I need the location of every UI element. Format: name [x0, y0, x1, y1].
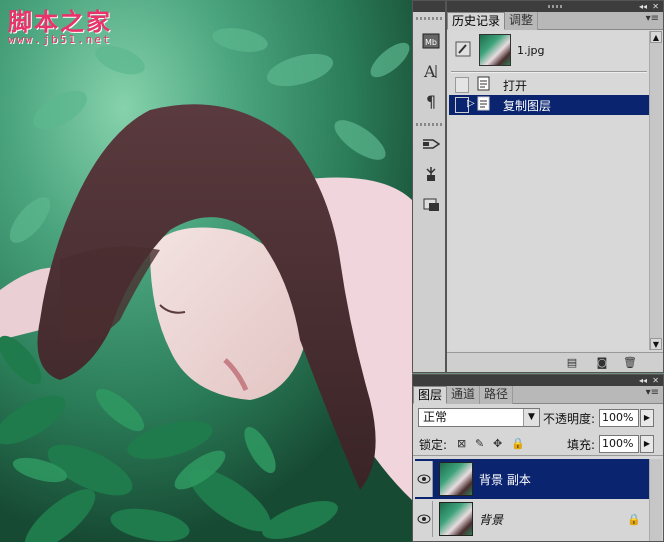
lock-fill-row: 锁定: ⊠ ✎ ✥ 🔒 填充: 100% ▶	[413, 430, 663, 456]
tab-layers[interactable]: 图层	[413, 386, 448, 404]
layer-thumbnail	[439, 502, 473, 536]
history-scrollbar[interactable]: ▲ ▼	[649, 31, 662, 350]
tab-paths[interactable]: 路径	[480, 386, 514, 404]
list-separator	[451, 71, 647, 73]
new-document-from-state-icon[interactable]: ▤	[565, 356, 579, 369]
paragraph-icon[interactable]: ¶	[420, 91, 442, 111]
watermark-url: www.jb51.net	[8, 33, 112, 46]
current-state-marker-icon: ▷	[467, 98, 475, 109]
dock-topbar	[413, 1, 445, 12]
history-state-open[interactable]: 打开	[449, 75, 649, 95]
mini-bridge-icon[interactable]: Mb	[420, 31, 442, 51]
fill-label: 填充:	[567, 438, 596, 452]
visibility-eye-icon[interactable]	[415, 461, 433, 497]
history-snapshot[interactable]: 1.jpg	[449, 31, 649, 69]
document-state-icon	[477, 96, 495, 115]
snapshot-name: 1.jpg	[517, 43, 545, 57]
visibility-eye-icon[interactable]	[415, 501, 433, 537]
layer-name[interactable]: 背景 副本	[479, 471, 531, 488]
blend-mode-select[interactable]: 正常 ▼	[418, 408, 540, 427]
layer-thumbnail	[439, 462, 473, 496]
photo-image	[0, 0, 412, 542]
lock-label: 锁定:	[419, 438, 448, 452]
blend-opacity-row: 正常 ▼ 不透明度: 100% ▶	[413, 404, 663, 430]
panel-menu-icon[interactable]: ▾≡	[646, 13, 659, 24]
snapshot-thumbnail	[479, 34, 511, 66]
chevron-down-icon[interactable]: ▼	[523, 409, 539, 426]
delete-state-icon[interactable]: 🗑	[623, 356, 637, 369]
scroll-down-icon[interactable]: ▼	[650, 338, 662, 350]
strip-grip[interactable]	[416, 17, 444, 20]
history-state-label: 复制图层	[503, 98, 552, 113]
fill-slider-toggle[interactable]: ▶	[640, 435, 654, 453]
fill-field[interactable]: 100%	[599, 435, 639, 453]
svg-text:¶: ¶	[426, 92, 436, 110]
history-brush-source-box[interactable]	[455, 77, 469, 93]
watermark: 脚本之家 www.jb51.net	[8, 2, 112, 46]
layers-scrollbar[interactable]	[649, 459, 662, 541]
opacity-label: 不透明度:	[543, 412, 596, 426]
clone-source-icon[interactable]	[420, 164, 442, 184]
document-canvas[interactable]: 脚本之家 www.jb51.net	[0, 0, 412, 542]
layers-tabs: 图层 通道 路径 ▾≡	[413, 386, 663, 404]
tool-presets-icon[interactable]	[420, 194, 442, 214]
collapse-icon[interactable]: ◂◂	[639, 1, 647, 12]
close-icon[interactable]: ✕	[652, 375, 659, 386]
blend-mode-value: 正常	[423, 410, 448, 424]
history-topbar: ◂◂ ✕	[447, 1, 663, 12]
tab-history[interactable]: 历史记录	[447, 12, 506, 30]
topbar-grip[interactable]	[548, 5, 562, 8]
history-footer: ▤ ◙ 🗑	[447, 352, 663, 372]
history-state-duplicate-layer[interactable]: ▷ 复制图层	[449, 95, 649, 115]
layer-lock-icon: 🔒	[627, 512, 641, 526]
strip-grip-2[interactable]	[416, 123, 444, 126]
history-list: 1.jpg 打开 ▷ 复制图层	[449, 31, 649, 350]
history-state-label: 打开	[503, 78, 528, 93]
lock-image-icon[interactable]: ✎	[475, 437, 484, 450]
tab-adjustments[interactable]: 调整	[505, 12, 539, 30]
lock-position-icon[interactable]: ✥	[493, 437, 502, 450]
panel-menu-icon[interactable]: ▾≡	[646, 387, 659, 398]
lock-transparent-icon[interactable]: ⊠	[457, 437, 466, 450]
opacity-field[interactable]: 100%	[599, 409, 639, 427]
layers-panel: ◂◂ ✕ 图层 通道 路径 ▾≡ 正常 ▼ 不透明度: 100% ▶ 锁定: ⊠…	[412, 374, 664, 542]
history-tabs: 历史记录 调整 ▾≡	[447, 12, 663, 30]
svg-text:Mb: Mb	[425, 38, 437, 47]
watermark-title: 脚本之家	[8, 7, 112, 36]
history-panel: ◂◂ ✕ 历史记录 调整 ▾≡ 1.jpg 打开 ▷ 复制图层 ▲ ▼ ▤ ◙ …	[446, 0, 664, 373]
opacity-slider-toggle[interactable]: ▶	[640, 409, 654, 427]
layers-topbar: ◂◂ ✕	[413, 375, 663, 386]
tab-channels[interactable]: 通道	[447, 386, 481, 404]
collapse-icon[interactable]: ◂◂	[639, 375, 647, 386]
character-icon[interactable]: A	[420, 61, 442, 81]
brush-presets-icon[interactable]	[420, 134, 442, 154]
layer-row-background[interactable]: 背景 🔒	[415, 499, 649, 539]
history-brush-source-icon[interactable]	[455, 41, 473, 59]
svg-text:A: A	[423, 62, 436, 80]
document-state-icon	[477, 76, 495, 95]
scroll-up-icon[interactable]: ▲	[650, 31, 662, 43]
layer-row-background-copy[interactable]: 背景 副本	[415, 459, 649, 499]
panel-dock-strip: Mb A ¶	[412, 0, 446, 373]
close-icon[interactable]: ✕	[652, 1, 659, 12]
lock-all-icon[interactable]: 🔒	[511, 437, 525, 450]
layer-name[interactable]: 背景	[479, 511, 503, 528]
new-snapshot-icon[interactable]: ◙	[595, 356, 609, 369]
